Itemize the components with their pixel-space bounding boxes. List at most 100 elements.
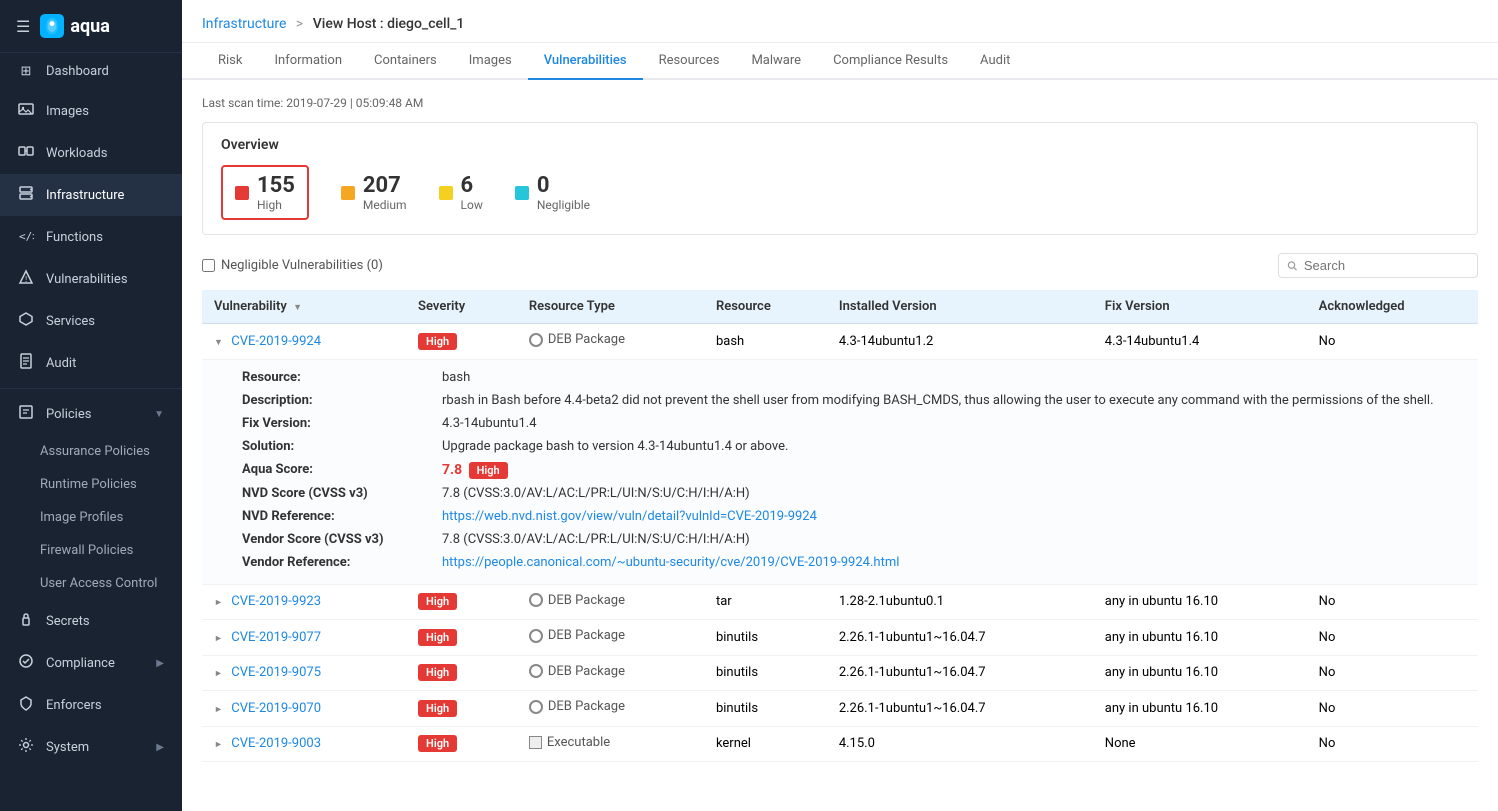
sidebar-item-system[interactable]: System ▶ (0, 726, 182, 768)
severity-badge: High (418, 593, 457, 610)
acknowledged-cell: No (1307, 655, 1478, 691)
cve-link[interactable]: CVE-2019-9075 (231, 665, 321, 680)
sidebar-item-firewall-policies[interactable]: Firewall Policies (0, 534, 182, 567)
tab-audit[interactable]: Audit (964, 43, 1026, 80)
negligible-dot (515, 186, 529, 200)
sidebar-item-runtime-policies[interactable]: Runtime Policies (0, 468, 182, 501)
sidebar-item-policies[interactable]: Policies ▼ (0, 393, 182, 435)
sidebar-item-image-profiles[interactable]: Image Profiles (0, 501, 182, 534)
low-count: 6 (461, 173, 483, 198)
sidebar-item-images[interactable]: Images (0, 90, 182, 132)
overview-stats: 155 High 207 Medium 6 Low (221, 165, 1459, 220)
vendor-score-value: 7.8 (CVSS:3.0/AV:L/AC:L/PR:L/UI:N/S:U/C:… (442, 532, 1458, 547)
resource-cell: binutils (704, 691, 827, 727)
table-row[interactable]: CVE-2019-9003 High Executable kernel 4.1… (202, 726, 1478, 761)
high-label: High (257, 198, 295, 212)
negligible-count: 0 (537, 173, 590, 198)
tab-compliance-results[interactable]: Compliance Results (817, 43, 964, 80)
breadcrumb-parent-link[interactable]: Infrastructure (202, 16, 286, 32)
nvd-reference-label: NVD Reference: (242, 509, 442, 524)
stat-low[interactable]: 6 Low (439, 165, 483, 220)
table-row[interactable]: CVE-2019-9924 High DEB Package bash 4.3-… (202, 324, 1478, 360)
stat-negligible[interactable]: 0 Negligible (515, 165, 590, 220)
sidebar-item-label: Vulnerabilities (46, 272, 164, 287)
nvd-score-label: NVD Score (CVSS v3) (242, 486, 442, 501)
installed-version-cell: 1.28-2.1ubuntu0.1 (827, 584, 1093, 620)
high-count: 155 (257, 173, 295, 198)
aqua-score-label: Aqua Score: (242, 462, 442, 478)
sidebar-item-compliance[interactable]: Compliance ▶ (0, 642, 182, 684)
stat-medium[interactable]: 207 Medium (341, 165, 407, 220)
acknowledged-cell: No (1307, 691, 1478, 727)
dashboard-icon: ⊞ (18, 64, 34, 79)
acknowledged-cell: No (1307, 584, 1478, 620)
sidebar-item-assurance-policies[interactable]: Assurance Policies (0, 435, 182, 468)
tab-containers[interactable]: Containers (358, 43, 453, 80)
tab-vulnerabilities[interactable]: Vulnerabilities (528, 43, 643, 80)
deb-package-icon: DEB Package (529, 664, 625, 679)
description-value: rbash in Bash before 4.4-beta2 did not p… (442, 393, 1458, 408)
tab-images[interactable]: Images (453, 43, 528, 80)
sidebar-item-secrets[interactable]: Secrets (0, 600, 182, 642)
col-severity: Severity (406, 290, 517, 324)
col-fix-version: Fix Version (1093, 290, 1307, 324)
tab-resources[interactable]: Resources (643, 43, 736, 80)
sidebar-item-label: Services (46, 314, 164, 329)
installed-version-cell: 4.15.0 (827, 726, 1093, 761)
search-box[interactable] (1278, 253, 1478, 278)
tab-risk[interactable]: Risk (202, 43, 258, 80)
cve-link[interactable]: CVE-2019-9070 (231, 701, 321, 716)
deb-package-icon: DEB Package (529, 332, 625, 347)
search-input[interactable] (1304, 258, 1469, 273)
col-vulnerability[interactable]: Vulnerability ▼ (202, 290, 406, 324)
sidebar-item-audit[interactable]: Audit (0, 342, 182, 384)
sidebar-item-label: Images (46, 104, 164, 119)
table-row[interactable]: CVE-2019-9923 High DEB Package tar 1.28-… (202, 584, 1478, 620)
nvd-reference-link[interactable]: https://web.nvd.nist.gov/view/vuln/detai… (442, 509, 1458, 524)
sidebar-item-infrastructure[interactable]: Infrastructure (0, 174, 182, 216)
table-row[interactable]: CVE-2019-9070 High DEB Package binutils … (202, 691, 1478, 727)
sidebar-item-label: Secrets (46, 614, 164, 629)
negligible-filter-label[interactable]: Negligible Vulnerabilities (0) (202, 258, 383, 273)
sidebar-item-workloads[interactable]: Workloads (0, 132, 182, 174)
sidebar-item-enforcers[interactable]: Enforcers (0, 684, 182, 726)
sidebar-item-label: Compliance (46, 656, 144, 671)
tab-malware[interactable]: Malware (735, 43, 817, 80)
table-row[interactable]: CVE-2019-9077 High DEB Package binutils … (202, 620, 1478, 656)
sidebar-item-vulnerabilities[interactable]: ! Vulnerabilities (0, 258, 182, 300)
negligible-filter-checkbox[interactable] (202, 259, 215, 272)
workloads-icon (18, 143, 34, 163)
aqua-score-badge: High (469, 462, 508, 479)
services-icon (18, 311, 34, 331)
image-profiles-label: Image Profiles (40, 510, 123, 525)
resource-label: Resource: (242, 370, 442, 385)
solution-label: Solution: (242, 439, 442, 454)
sidebar-item-label: Infrastructure (46, 188, 164, 203)
sidebar-item-user-access-control[interactable]: User Access Control (0, 567, 182, 600)
severity-badge: High (418, 735, 457, 752)
vendor-score-label: Vendor Score (CVSS v3) (242, 532, 442, 547)
audit-icon (18, 353, 34, 373)
stat-high[interactable]: 155 High (221, 165, 309, 220)
sidebar-item-services[interactable]: Services (0, 300, 182, 342)
table-row[interactable]: CVE-2019-9075 High DEB Package binutils … (202, 655, 1478, 691)
cve-link[interactable]: CVE-2019-9924 (231, 334, 321, 349)
compliance-icon (18, 653, 34, 673)
hamburger-icon[interactable]: ☰ (16, 17, 30, 36)
fix-version-cell: any in ubuntu 16.10 (1093, 584, 1307, 620)
tab-information[interactable]: Information (258, 43, 358, 80)
sidebar-item-functions[interactable]: </> Functions (0, 216, 182, 258)
medium-label: Medium (363, 198, 407, 212)
infrastructure-icon (18, 185, 34, 205)
firewall-policies-label: Firewall Policies (40, 543, 133, 558)
fix-version-cell: None (1093, 726, 1307, 761)
cve-link[interactable]: CVE-2019-9003 (231, 736, 321, 751)
vendor-reference-link[interactable]: https://people.canonical.com/~ubuntu-sec… (442, 555, 1458, 570)
cve-link[interactable]: CVE-2019-9923 (231, 594, 321, 609)
col-resource-type: Resource Type (517, 290, 704, 324)
logo: aqua (40, 14, 110, 38)
sidebar-item-dashboard[interactable]: ⊞ Dashboard (0, 53, 182, 90)
cve-link[interactable]: CVE-2019-9077 (231, 630, 321, 645)
vulnerabilities-content: Last scan time: 2019-07-29 | 05:09:48 AM… (182, 80, 1498, 811)
chevron-down-icon (214, 334, 224, 349)
